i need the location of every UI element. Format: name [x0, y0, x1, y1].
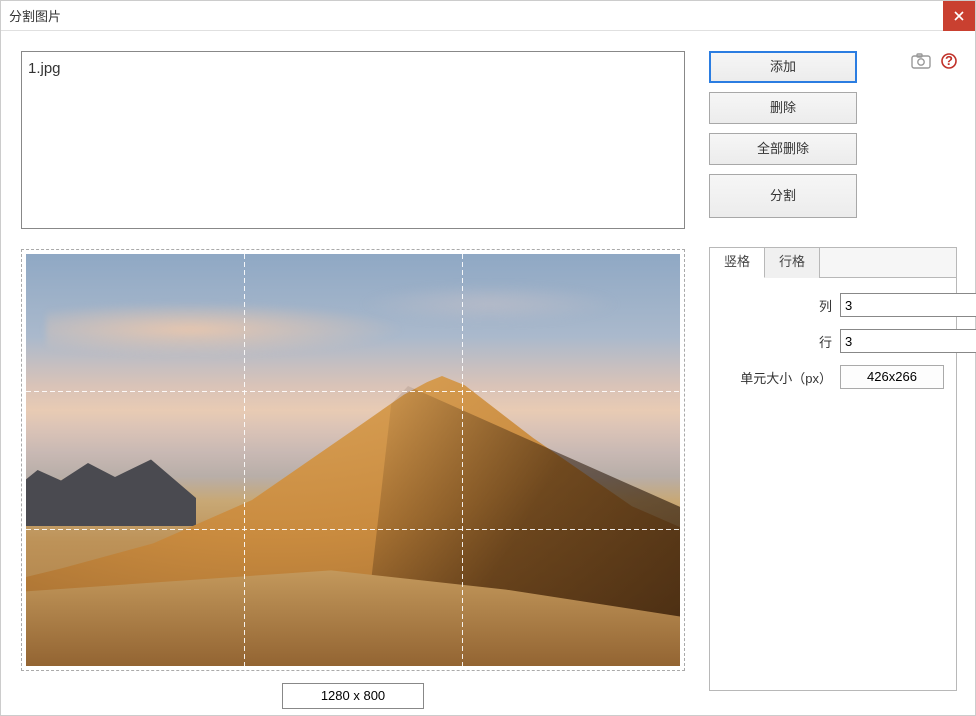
camera-icon[interactable]: [911, 53, 931, 69]
cols-input[interactable]: [840, 293, 976, 317]
split-button[interactable]: 分割: [709, 174, 857, 218]
close-button[interactable]: [943, 1, 975, 31]
grid-line-v: [462, 254, 463, 666]
window-title: 分割图片: [9, 6, 61, 25]
tab-horizontal-grid[interactable]: 行格: [765, 248, 820, 278]
file-list[interactable]: 1.jpg: [21, 51, 685, 229]
preview-frame: [21, 249, 685, 671]
help-icon[interactable]: ?: [941, 53, 957, 69]
tab-vertical-grid[interactable]: 竖格: [710, 248, 765, 278]
add-button[interactable]: 添加: [709, 51, 857, 83]
grid-line-h: [26, 391, 680, 392]
file-list-item[interactable]: 1.jpg: [28, 58, 678, 79]
close-icon: [954, 11, 964, 21]
grid-line-v: [244, 254, 245, 666]
remove-button[interactable]: 删除: [709, 92, 857, 124]
cellsize-value: 426x266: [840, 365, 944, 389]
cellsize-label: 单元大小（px）: [722, 368, 840, 387]
settings-panel: 竖格 行格 列 行: [709, 247, 957, 691]
cols-label: 列: [722, 296, 840, 315]
rows-input[interactable]: [840, 329, 976, 353]
remove-all-button[interactable]: 全部删除: [709, 133, 857, 165]
titlebar: 分割图片: [1, 1, 975, 31]
image-preview[interactable]: [26, 254, 680, 666]
svg-text:?: ?: [945, 53, 953, 68]
rows-label: 行: [722, 332, 840, 351]
grid-line-h: [26, 529, 680, 530]
image-dimensions: 1280 x 800: [282, 683, 424, 709]
